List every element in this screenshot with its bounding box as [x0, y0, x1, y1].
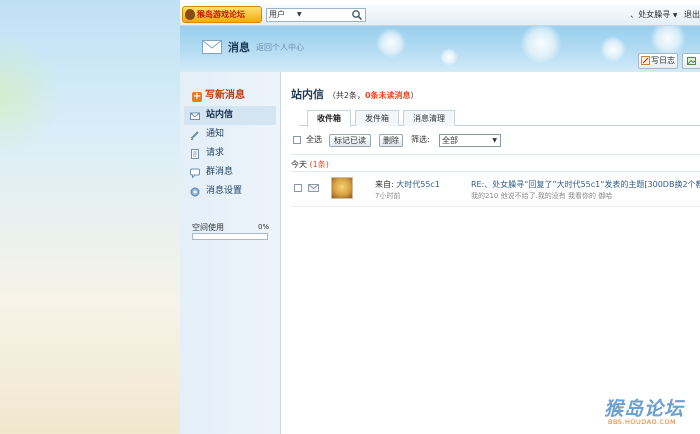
mark-read-button[interactable]: 标记已读	[329, 134, 371, 147]
logout-link[interactable]: 退出	[684, 10, 700, 19]
tab-inbox[interactable]: 收件箱	[307, 110, 351, 127]
dandelion-decoration	[520, 26, 562, 64]
write-diary-button[interactable]: 写日志	[638, 53, 678, 69]
chevron-down-icon[interactable]: ▼	[673, 12, 678, 19]
logo-text: 猴岛游戏论坛	[197, 10, 245, 19]
tab-label: 发件箱	[365, 114, 389, 123]
select-all-checkbox[interactable]	[293, 136, 301, 144]
document-icon	[191, 149, 199, 159]
page-title: 消息	[228, 41, 250, 54]
message-checkbox[interactable]	[294, 184, 302, 192]
compose-message-button[interactable]: + 写新消息	[192, 86, 245, 102]
section-title-text: 站内信	[291, 88, 324, 101]
message-time: 7小时前	[375, 192, 401, 200]
main-panel: 站内信 （共2条，0条未读消息） 收件箱 发件箱 消息清理 全选 标记已读 删除…	[281, 72, 700, 434]
search-box: 用户 ▼	[266, 8, 366, 22]
tab-message-cleanup[interactable]: 消息清理	[403, 110, 455, 126]
chevron-down-icon[interactable]: ▼	[492, 135, 497, 146]
divider	[291, 171, 700, 172]
dandelion-decoration	[650, 26, 686, 56]
forum-logo[interactable]: 猴岛游戏论坛	[182, 6, 262, 23]
tab-label: 收件箱	[317, 114, 341, 123]
filter-value: 全部	[442, 136, 458, 145]
monkey-logo-icon	[185, 9, 195, 20]
pencil-icon	[190, 131, 199, 140]
tab-label: 消息清理	[413, 114, 445, 123]
sidebar-item-label: 群消息	[206, 167, 234, 177]
gear-icon	[190, 187, 200, 197]
delete-button[interactable]: 删除	[379, 134, 403, 147]
space-usage-bar	[192, 233, 268, 240]
message-subject[interactable]: RE:、处女臊寻“回复了”大时代55c1“发表的主题[300DB换2个教衣]	[471, 179, 700, 190]
search-icon[interactable]	[351, 9, 363, 21]
message-count: （共2条，0条未读消息）	[328, 91, 419, 100]
watermark-logo-text: 猴岛论坛	[604, 398, 685, 420]
dandelion-decoration	[600, 36, 626, 62]
count-text: （共2条，	[327, 91, 365, 100]
background-wash	[0, 0, 180, 434]
sidebar: + 写新消息 站内信 通知 请求 群消息 消息设置 空间使用 0%	[180, 72, 281, 434]
user-name[interactable]: 、处女臊寻	[630, 10, 670, 19]
watermark-url: BBS.HOUDAO.COM	[608, 418, 677, 426]
write-diary-label: 写日志	[651, 56, 675, 65]
top-bar: 猴岛游戏论坛 用户 ▼ 、处女臊寻 ▼ 退出	[180, 4, 700, 26]
chevron-down-icon[interactable]: ▼	[297, 9, 302, 21]
picture-icon	[687, 57, 696, 65]
section-title: 站内信 （共2条，0条未读消息）	[291, 86, 419, 102]
filter-label: 筛选:	[411, 135, 430, 144]
read-envelope-icon	[308, 184, 319, 192]
chat-icon	[190, 168, 200, 178]
sidebar-item-label: 站内信	[206, 110, 234, 120]
message-sender: 来自: 大时代55c1	[375, 179, 440, 190]
space-usage-label: 空间使用	[192, 223, 224, 232]
sidebar-item-label: 通知	[206, 129, 225, 139]
pencil-icon	[641, 56, 650, 65]
sidebar-item-group-messages[interactable]: 群消息	[184, 163, 276, 182]
compose-label: 写新消息	[205, 90, 245, 101]
divider	[291, 154, 700, 155]
sidebar-item-label: 请求	[206, 148, 225, 158]
date-group-count: (1条)	[309, 160, 329, 169]
mailbox-tabs: 收件箱 发件箱 消息清理	[299, 110, 700, 127]
message-snippet: 我的210 他说不给了.我的没有 我看你的 御哈	[471, 192, 613, 200]
back-to-profile-link[interactable]: 返回个人中心	[256, 42, 304, 53]
sender-avatar[interactable]	[331, 177, 353, 199]
count-close: ）	[410, 91, 419, 100]
tab-outbox[interactable]: 发件箱	[355, 110, 399, 126]
site-watermark: 猴岛论坛 BBS.HOUDAO.COM	[604, 394, 698, 432]
dandelion-decoration	[440, 48, 458, 66]
sidebar-item-inbox[interactable]: 站内信	[184, 106, 276, 125]
sidebar-nav: 站内信 通知 请求 群消息 消息设置	[184, 106, 276, 201]
filter-select[interactable]: 全部 ▼	[439, 134, 501, 147]
envelope-icon	[190, 112, 200, 120]
select-all-label[interactable]: 全选	[306, 134, 322, 146]
sidebar-item-message-settings[interactable]: 消息设置	[184, 182, 276, 201]
plus-icon: +	[192, 91, 202, 102]
space-usage-percent: 0%	[258, 223, 270, 231]
page-banner: 消息 返回个人中心 写日志	[180, 26, 700, 72]
date-group-header: 今天 (1条)	[291, 159, 329, 170]
message-toolbar: 全选 标记已读 删除 筛选: 全部 ▼	[293, 134, 698, 148]
from-label: 来自:	[375, 180, 394, 189]
message-row[interactable]: 来自: 大时代55c1 7小时前 RE:、处女臊寻“回复了”大时代55c1“发表…	[291, 175, 700, 207]
upload-photo-button[interactable]	[682, 53, 700, 69]
sender-name[interactable]: 大时代55c1	[396, 180, 440, 189]
mail-icon	[202, 40, 222, 54]
date-group-label: 今天	[291, 160, 307, 169]
dandelion-decoration	[376, 28, 406, 58]
sidebar-item-requests[interactable]: 请求	[184, 144, 276, 163]
sidebar-item-notices[interactable]: 通知	[184, 125, 276, 144]
user-menu[interactable]: 、处女臊寻 ▼ 退出	[630, 8, 700, 23]
sidebar-item-label: 消息设置	[206, 186, 243, 196]
search-input[interactable]	[307, 10, 345, 20]
unread-count[interactable]: 0条未读消息	[365, 91, 411, 100]
search-type-select[interactable]: 用户	[269, 9, 285, 21]
